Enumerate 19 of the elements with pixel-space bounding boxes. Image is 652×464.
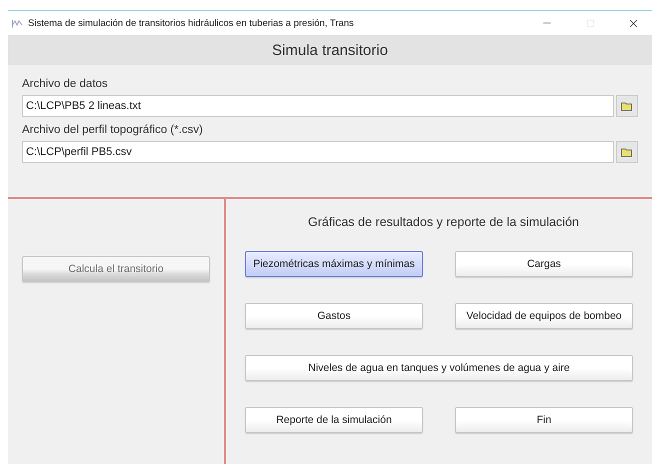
section-title: Gráficas de resultados y reporte de la simulación [307, 215, 580, 229]
result-button[interactable]: Velocidad de equipos de bombeo [455, 303, 633, 329]
browse-button[interactable] [616, 95, 638, 117]
result-button[interactable]: Piezométricas máximas y mínimas [245, 251, 423, 277]
file-path-field[interactable]: C:\LCP\PB5 2 lineas.txt [22, 95, 614, 117]
field-label: Archivo de datos [22, 78, 109, 90]
result-button[interactable]: Gastos [245, 303, 423, 329]
file-path-field[interactable]: C:\LCP\perfil PB5.csv [22, 141, 614, 163]
browse-button[interactable] [616, 141, 638, 163]
result-button[interactable]: Cargas [455, 251, 633, 277]
app-icon [12, 18, 23, 28]
result-button[interactable]: Niveles de agua en tanques y volúmenes de agua y aire [245, 355, 633, 381]
folder-icon [621, 102, 633, 110]
header-title: Simula transitorio [272, 42, 388, 58]
folder-icon [621, 148, 633, 156]
result-button[interactable]: Reporte de la simulación [245, 407, 423, 433]
field-label: Archivo del perfil topográfico (*.csv) [22, 124, 204, 136]
result-button[interactable]: Fin [455, 407, 633, 433]
window-title: Sistema de simulación de transitorios hidráulicos en tuberias a presión, Trans [28, 18, 355, 28]
